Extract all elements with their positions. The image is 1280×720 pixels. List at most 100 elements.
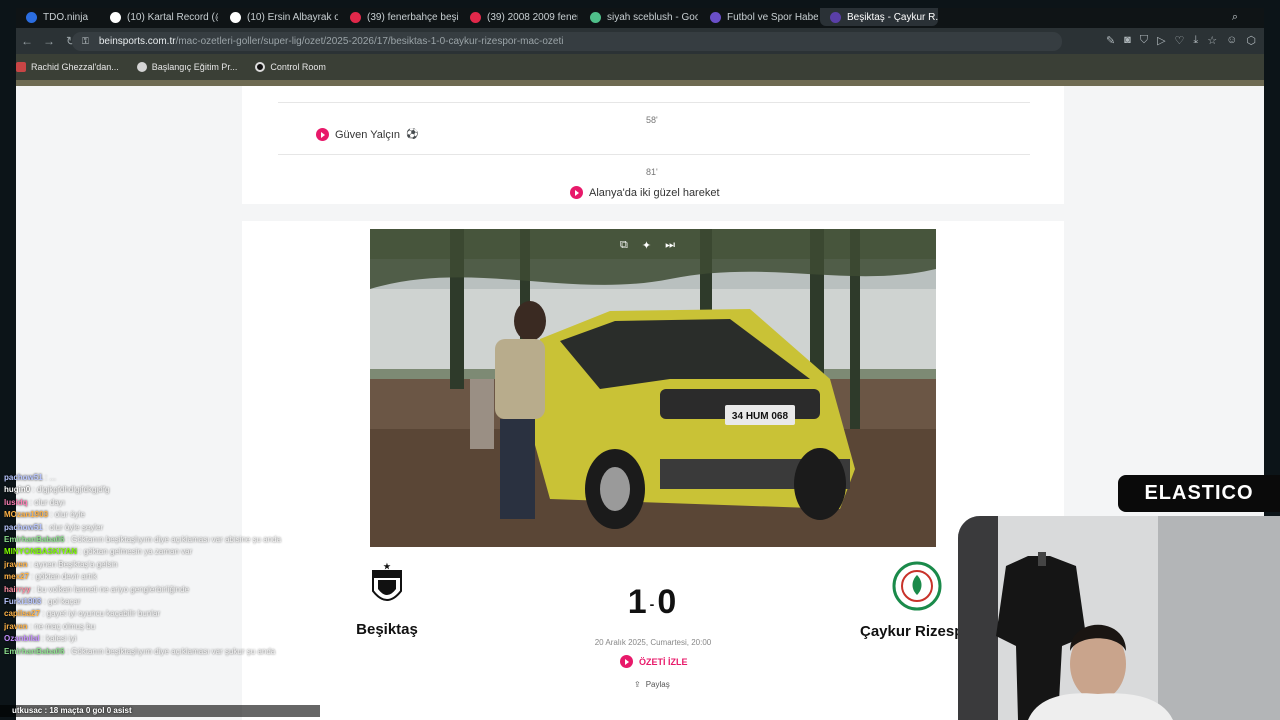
chat-username[interactable]: Ozanbilal — [4, 634, 40, 643]
url-host: beinsports.com.tr — [98, 36, 176, 47]
edit-icon[interactable]: ✎ — [1106, 34, 1115, 47]
shield-icon[interactable]: ⛉ — [1140, 34, 1148, 47]
play-icon — [316, 128, 329, 141]
chat-username[interactable]: pachow51 — [4, 473, 43, 482]
rizespor-crest-icon — [892, 561, 942, 611]
chat-text: : dlgjkgfdhdlgjfdkgjdfg — [32, 485, 110, 495]
home-team-name: Beşiktaş — [356, 621, 418, 638]
share-icon: ⇪ — [634, 680, 641, 689]
watch-summary-button[interactable]: ÖZETİ İZLE — [620, 655, 688, 668]
chat-message: jraven : ne maç olmuş bu — [4, 621, 320, 633]
chat-message: capilsa27 : gayet iyi oyuncu kaçabilir b… — [4, 608, 320, 620]
chat-username[interactable]: jraven — [4, 560, 28, 569]
event-item[interactable]: Alanya'da iki güzel hareket — [570, 186, 720, 199]
sparkle-icon[interactable]: ✦ — [642, 239, 651, 252]
chat-message: hairryy : bu volkan lanneti ne ariyo gen… — [4, 584, 320, 596]
chat-message: MINYONBASKIYAN : göktan gelmesin ya zama… — [4, 546, 320, 558]
video-player[interactable]: 34 HUM 068 ⧉ ✦ ⏭ — [370, 229, 936, 547]
tab-favicon-icon — [710, 11, 722, 23]
play-icon[interactable]: ▷ — [1157, 34, 1165, 47]
home-score: 1 — [627, 583, 647, 621]
chat-username[interactable]: mex27 — [4, 572, 29, 581]
browser-tab[interactable]: (39) 2008 2009 fenerb... — [460, 8, 578, 26]
away-team[interactable]: Çaykur Rizesp — [860, 561, 970, 640]
license-plate: 34 HUM 068 — [732, 411, 789, 422]
bookmarks-bar: Rachid Ghezzal'dan... Başlangıç Eğitim P… — [16, 54, 1264, 80]
divider — [278, 154, 1030, 155]
bookmark-item[interactable]: Rachid Ghezzal'dan... — [16, 62, 119, 72]
site-info-icon[interactable]: ⚿ — [82, 36, 89, 47]
chat-message: MOzan1903 : olur öyle — [4, 509, 320, 521]
away-team-name: Çaykur Rizesp — [860, 623, 964, 640]
chat-message: EmirhanBaba06 : Göktanın beşiktaşlıyım d… — [4, 534, 320, 546]
goal-ball-icon: ⚽ — [406, 129, 419, 140]
tab-label: (10) Kartal Record (@K... — [127, 11, 218, 23]
events-card: 58' Güven Yalçın ⚽ 81' Alanya'da iki güz… — [242, 86, 1064, 204]
camera-icon[interactable]: ◙ — [1124, 34, 1131, 47]
match-date: 20 Aralık 2025, Cumartesi, 20:00 — [594, 638, 712, 647]
webcam-overlay — [958, 516, 1280, 720]
skip-icon[interactable]: ⏭ — [665, 239, 675, 252]
chat-text: : bu volkan lanneti ne ariyo genglerbirl… — [32, 584, 190, 594]
chat-text: : ... — [44, 473, 57, 482]
browser-tab[interactable]: (10) Kartal Record (@K... — [100, 8, 218, 26]
chat-username[interactable]: MINYONBASKIYAN — [4, 547, 77, 556]
chat-username[interactable]: Furki1903 — [4, 597, 41, 606]
chat-username[interactable]: pachow51 — [4, 523, 43, 532]
tab-favicon-icon — [590, 11, 602, 23]
event-item[interactable]: Güven Yalçın ⚽ — [316, 128, 418, 141]
chat-message: hugin0 : dlgjkgfdhdlgjfdkgjdfg — [4, 484, 320, 496]
tab-label: (39) fenerbahçe beşikt... — [367, 11, 459, 23]
chat-username[interactable]: EmirhanBaba06 — [4, 647, 64, 656]
tab-search-icon[interactable]: ⌕ — [1232, 11, 1238, 24]
share-button[interactable]: ⇪ Paylaş — [634, 680, 670, 689]
event-minute: 81' — [646, 167, 658, 177]
tab-favicon-icon — [470, 11, 482, 23]
divider — [278, 102, 1030, 103]
pip-icon[interactable]: ⧉ — [620, 239, 628, 252]
forward-icon[interactable]: → — [38, 34, 60, 48]
chat-username[interactable]: jraven — [4, 622, 28, 631]
browser-tab[interactable]: Beşiktaş - Çaykur R... — [820, 8, 939, 26]
away-score: 0 — [657, 583, 677, 621]
chat-username[interactable]: lusidq — [4, 498, 28, 507]
chat-text: : Göktanın beşiktaşlıyım diye açıklaması… — [66, 646, 276, 656]
chat-username[interactable]: hugin0 — [4, 485, 30, 494]
browser-tab[interactable]: Futbol ve Spor Haberle... — [700, 8, 818, 26]
profile-icon[interactable]: ☺ — [1226, 34, 1237, 47]
tab-favicon-icon — [230, 11, 242, 23]
score: 1 -0 — [612, 583, 692, 622]
menu-icon[interactable]: ⬡ — [1246, 34, 1256, 47]
back-icon[interactable]: ← — [16, 34, 38, 48]
url-field[interactable]: ⚿ beinsports.com.tr /mac-ozetleri-goller… — [72, 32, 1062, 51]
bookmark-item[interactable]: Control Room — [255, 62, 326, 72]
heart-icon[interactable]: ♡ — [1175, 34, 1185, 47]
chat-message: mex27 : göktan devir artık — [4, 571, 320, 583]
tab-label: Futbol ve Spor Haberle... — [727, 11, 819, 23]
bookmark-favicon-icon — [255, 62, 266, 72]
home-team[interactable]: ★ Beşiktaş — [342, 561, 432, 638]
chat-text: : aynen Beşiktaş'a gelsin — [29, 559, 118, 569]
chat-text: : Göktanın beşiktaşlıyım diye açıklaması… — [66, 535, 282, 545]
browser-tab[interactable]: (10) Ersin Albayrak on X — [220, 8, 338, 26]
chat-text: : gayet iyi oyuncu kaçabilir bunlar — [42, 609, 161, 619]
streamer-camera-image — [958, 516, 1280, 720]
score-dash: - — [649, 596, 655, 613]
chat-text: : kalesi iyi — [41, 634, 77, 644]
browser-tab[interactable]: siyah sceblush - Google — [580, 8, 698, 26]
browser-tab[interactable]: (39) fenerbahçe beşikt... — [340, 8, 458, 26]
download-icon[interactable]: ⤓ — [1193, 34, 1198, 47]
chat-username[interactable]: EmirhanBaba06 — [4, 535, 64, 544]
chat-text: : göktan gelmesin ya zaman var — [79, 547, 193, 557]
browser-tab[interactable]: TDO.ninja — [16, 8, 98, 26]
chat-username[interactable]: MOzan1903 — [4, 510, 48, 519]
chat-latest-message: utkusac : 18 maçta 0 gol 0 asist — [0, 705, 320, 718]
tab-label: siyah sceblush - Google — [607, 11, 699, 23]
url-path: /mac-ozetleri-goller/super-lig/ozet/2025… — [175, 36, 564, 47]
bookmark-icon[interactable]: ☆ — [1207, 34, 1217, 47]
tab-label: TDO.ninja — [43, 11, 89, 23]
bookmark-item[interactable]: Başlangıç Eğitim Pr... — [136, 62, 237, 72]
tab-favicon-icon — [350, 11, 362, 23]
chat-username[interactable]: hairryy — [4, 585, 31, 594]
chat-username[interactable]: capilsa27 — [4, 609, 40, 618]
